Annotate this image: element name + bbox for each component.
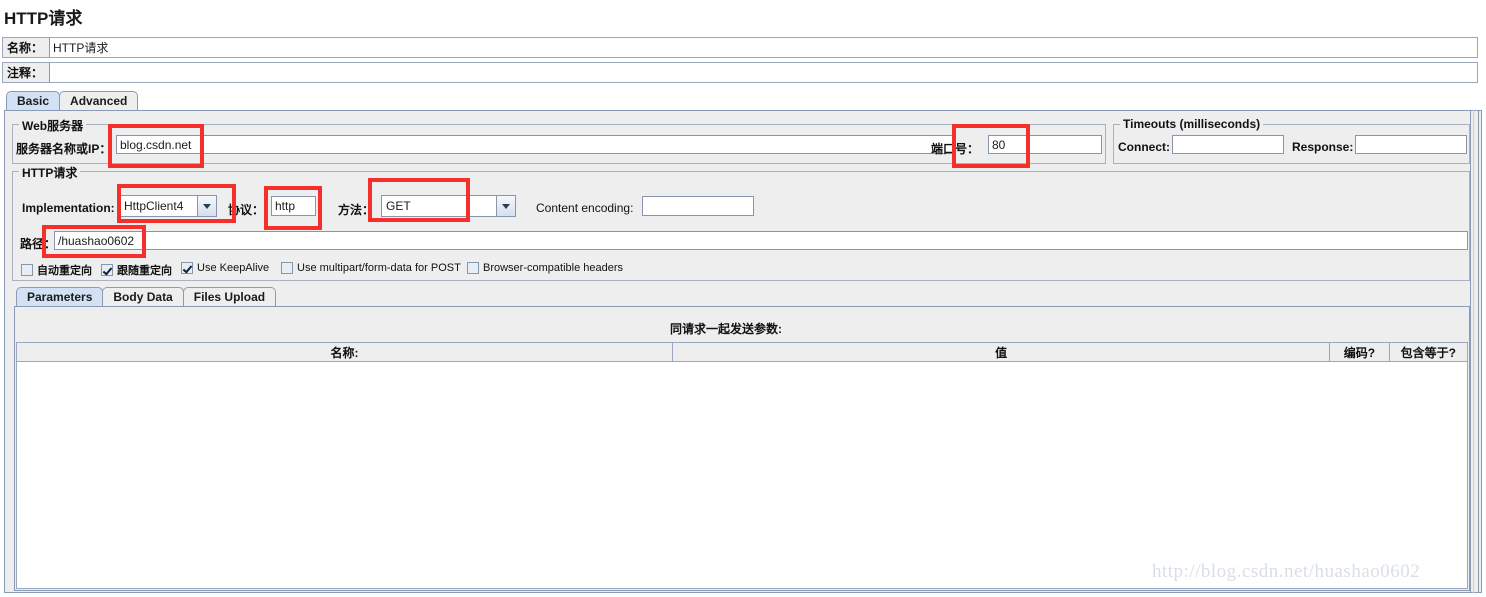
http-request-group-title: HTTP请求 xyxy=(19,164,81,181)
connect-timeout-input[interactable] xyxy=(1172,135,1284,154)
port-input[interactable] xyxy=(988,135,1102,154)
panel-rail-2 xyxy=(1473,110,1474,593)
tab-files-upload[interactable]: Files Upload xyxy=(182,287,277,306)
port-label: 端口号： xyxy=(931,142,980,156)
params-table-header: 名称: 值 编码? 包含等于? xyxy=(16,342,1468,362)
checkbox-label: 跟随重定向 xyxy=(117,265,172,277)
name-label: 名称： xyxy=(7,41,44,55)
method-label: 方法： xyxy=(338,203,375,217)
server-name-label: 服务器名称或IP： xyxy=(16,142,112,156)
main-tabstrip: Basic Advanced xyxy=(6,91,139,110)
tab-body-data-label: Body Data xyxy=(113,290,173,304)
checkbox-browser-compatible-headers[interactable]: Browser-compatible headers xyxy=(467,262,623,274)
comment-label: 注释： xyxy=(7,66,44,80)
tab-body-data[interactable]: Body Data xyxy=(102,287,184,306)
timeouts-group-title: Timeouts (milliseconds) xyxy=(1120,117,1264,131)
checkbox-label: Use multipart/form-data for POST xyxy=(297,262,461,274)
implementation-value: HttpClient4 xyxy=(124,199,184,213)
connect-timeout-label: Connect: xyxy=(1118,140,1170,154)
comment-input[interactable] xyxy=(49,63,1477,82)
checkbox-auto-redirect[interactable]: 自动重定向 xyxy=(21,262,92,278)
implementation-combo[interactable]: HttpClient4 xyxy=(119,195,217,217)
implementation-label: Implementation: xyxy=(22,201,115,215)
panel-rail-3 xyxy=(1478,110,1479,593)
chevron-down-icon[interactable] xyxy=(496,196,515,216)
column-header-include-equals[interactable]: 包含等于? xyxy=(1389,343,1468,361)
tab-advanced-label: Advanced xyxy=(70,94,128,108)
checkbox-label: 自动重定向 xyxy=(37,265,92,277)
method-value: GET xyxy=(386,199,411,213)
checkbox-box[interactable] xyxy=(21,264,33,276)
tab-advanced[interactable]: Advanced xyxy=(59,91,139,110)
tab-files-upload-label: Files Upload xyxy=(193,290,266,304)
name-input[interactable] xyxy=(49,38,1477,57)
column-header-encode[interactable]: 编码? xyxy=(1330,343,1390,361)
checkbox-label: Browser-compatible headers xyxy=(483,262,624,274)
server-name-input[interactable] xyxy=(116,135,956,154)
path-label: 路径： xyxy=(20,237,57,251)
response-timeout-label: Response: xyxy=(1292,140,1354,154)
protocol-input[interactable] xyxy=(271,196,316,216)
path-input[interactable] xyxy=(54,231,1468,250)
page-title: HTTP请求 xyxy=(4,9,83,28)
tab-basic-label: Basic xyxy=(17,94,50,108)
http-request-config-panel: HTTP请求 名称： 注释： Basic Advanced Web服务器 服务器… xyxy=(0,0,1486,597)
protocol-label: 协议： xyxy=(228,203,265,217)
tab-parameters-label: Parameters xyxy=(27,290,93,304)
send-parameters-caption: 同请求一起发送参数: xyxy=(670,322,782,336)
content-encoding-input[interactable] xyxy=(642,196,754,216)
name-row: 名称： xyxy=(2,37,1478,58)
checkbox-label: Use KeepAlive xyxy=(197,262,270,274)
checkbox-use-keepalive[interactable]: Use KeepAlive xyxy=(181,262,269,274)
checkbox-box[interactable] xyxy=(101,264,113,276)
chevron-down-icon[interactable] xyxy=(197,196,216,216)
response-timeout-input[interactable] xyxy=(1355,135,1467,154)
web-server-group-title: Web服务器 xyxy=(19,117,87,134)
checkbox-box[interactable] xyxy=(467,262,479,274)
tab-parameters[interactable]: Parameters xyxy=(16,287,104,306)
checkbox-box[interactable] xyxy=(181,262,193,274)
checkbox-box[interactable] xyxy=(281,262,293,274)
column-header-name[interactable]: 名称: xyxy=(17,343,674,361)
watermark-text: http://blog.csdn.net/huashao0602 xyxy=(1152,561,1421,582)
params-table-body[interactable] xyxy=(16,362,1468,589)
param-tabstrip: Parameters Body Data Files Upload xyxy=(16,287,277,306)
checkbox-follow-redirect[interactable]: 跟随重定向 xyxy=(101,262,172,278)
method-combo[interactable]: GET xyxy=(381,195,516,217)
content-encoding-label: Content encoding: xyxy=(536,201,634,215)
tab-basic[interactable]: Basic xyxy=(6,91,61,110)
column-header-value[interactable]: 值 xyxy=(673,343,1331,361)
panel-rail-1 xyxy=(1470,110,1471,593)
comment-row: 注释： xyxy=(2,62,1478,83)
checkbox-use-multipart[interactable]: Use multipart/form-data for POST xyxy=(281,262,461,274)
